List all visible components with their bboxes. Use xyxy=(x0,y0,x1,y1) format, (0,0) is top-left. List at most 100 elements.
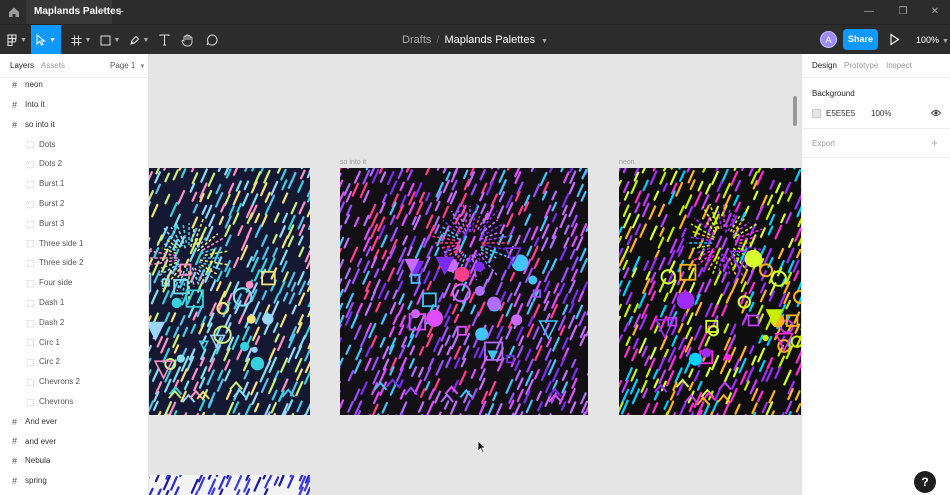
layer-row[interactable]: # so into it xyxy=(0,115,148,135)
background-fill-row[interactable]: E5E5E5 100% xyxy=(812,107,942,121)
layer-row[interactable]: ⬚ Dash 1 xyxy=(0,293,148,313)
chevron-down-icon: ▼ xyxy=(942,38,949,45)
canvas-scrollbar[interactable] xyxy=(793,96,797,126)
circle-mark xyxy=(176,354,185,363)
layer-row[interactable]: ⬚ Three side 2 xyxy=(0,253,148,273)
group-icon: ⬚ xyxy=(26,218,35,229)
layer-label: Burst 2 xyxy=(39,198,65,208)
circle-mark xyxy=(724,353,732,361)
frame-icon: # xyxy=(12,416,18,427)
layer-row[interactable]: ⬚ Circ 2 xyxy=(0,352,148,372)
circle-mark xyxy=(454,266,470,282)
artboard-spring[interactable] xyxy=(149,475,310,495)
group-icon: ⬚ xyxy=(26,317,35,328)
layer-row[interactable]: ⬚ Chevrons 2 xyxy=(0,372,148,392)
layer-row[interactable]: ⬚ Burst 3 xyxy=(0,214,148,234)
layer-row[interactable]: ⬚ Dots xyxy=(0,134,148,154)
circle-mark xyxy=(245,281,254,289)
frame-icon: # xyxy=(12,436,18,447)
group-icon: ⬚ xyxy=(26,396,35,407)
group-icon: ⬚ xyxy=(26,198,35,209)
circle-mark xyxy=(474,261,485,272)
circle-mark xyxy=(246,314,256,324)
add-export-button[interactable]: + xyxy=(931,136,938,150)
layer-row[interactable]: # spring xyxy=(0,471,148,491)
close-tab-icon[interactable]: × xyxy=(100,0,106,24)
circle-mark xyxy=(250,356,265,371)
background-section-title: Background xyxy=(812,89,855,98)
frame-label-neon[interactable]: neon xyxy=(619,159,635,166)
layer-label: And ever xyxy=(25,416,58,426)
group-icon: ⬚ xyxy=(26,337,35,348)
circle-mark xyxy=(475,327,489,341)
help-button[interactable]: ? xyxy=(914,471,936,493)
circle-mark xyxy=(474,285,485,296)
layer-row[interactable]: # and ever xyxy=(0,431,148,451)
maximize-icon[interactable]: ❐ xyxy=(894,4,912,20)
avatar[interactable]: A xyxy=(820,31,837,48)
tab-inspect[interactable]: Inspect xyxy=(886,61,912,70)
new-tab-button[interactable]: + xyxy=(114,3,126,19)
home-icon[interactable] xyxy=(6,4,22,20)
layer-row[interactable]: ⬚ Four side xyxy=(0,273,148,293)
background-hex[interactable]: E5E5E5 xyxy=(826,109,855,118)
circle-mark xyxy=(528,275,538,285)
breadcrumb-folder[interactable]: Drafts xyxy=(402,34,431,46)
group-icon: ⬚ xyxy=(26,179,35,189)
group-icon: ⬚ xyxy=(26,377,35,387)
layer-row[interactable]: # And ever xyxy=(0,412,148,432)
circle-mark xyxy=(171,297,182,309)
artboard-so-into-it[interactable] xyxy=(340,168,588,415)
layer-label: Chevrons 2 xyxy=(39,377,80,387)
frame-icon: # xyxy=(12,119,18,130)
layer-label: neon xyxy=(25,80,43,90)
layer-label: Dash 2 xyxy=(39,317,65,327)
minimize-icon[interactable]: — xyxy=(860,4,878,20)
eye-icon[interactable] xyxy=(931,109,941,117)
share-button[interactable]: Share xyxy=(843,29,878,50)
layer-row[interactable]: ⬚ Burst 1 xyxy=(0,174,148,194)
layer-row[interactable]: ⬚ Burst 2 xyxy=(0,194,148,214)
layer-row[interactable]: # Into it xyxy=(0,95,148,115)
group-icon: ⬚ xyxy=(26,238,35,249)
artboard-into-it[interactable] xyxy=(149,168,310,415)
layer-label: Circ 2 xyxy=(39,357,60,367)
circle-mark xyxy=(487,296,501,311)
tab-assets[interactable]: Assets xyxy=(41,61,65,70)
layer-row[interactable]: # neon xyxy=(0,75,148,95)
layer-label: Four side xyxy=(39,278,73,288)
frame-label-so-into-it[interactable]: so into it xyxy=(340,159,366,166)
layer-label: Three side 1 xyxy=(39,238,84,248)
zoom-dropdown[interactable]: 100% ▼ xyxy=(916,25,949,55)
layer-row[interactable]: ⬚ Three side 1 xyxy=(0,233,148,253)
tab-layers[interactable]: Layers xyxy=(10,61,34,70)
group-icon: ⬚ xyxy=(26,258,35,269)
divider xyxy=(802,157,950,158)
properties-tabs: Design Prototype Inspect xyxy=(802,54,950,78)
layer-label: spring xyxy=(25,476,47,486)
tab-design[interactable]: Design xyxy=(812,61,837,70)
chevron-down-icon[interactable]: ▼ xyxy=(541,38,548,45)
artboard-neon[interactable] xyxy=(619,168,801,415)
layer-row[interactable]: # Nebula xyxy=(0,451,148,471)
background-opacity[interactable]: 100% xyxy=(871,109,891,118)
export-section-title: Export xyxy=(812,139,836,148)
breadcrumb-separator: / xyxy=(436,34,440,46)
layer-row[interactable]: ⬚ Dash 2 xyxy=(0,313,148,333)
page-selector[interactable]: Page 1 ▾ xyxy=(110,61,144,70)
layer-row[interactable]: ⬚ Circ 1 xyxy=(0,332,148,352)
play-icon[interactable] xyxy=(889,33,900,46)
breadcrumb-file-name[interactable]: Maplands Palettes xyxy=(444,34,535,46)
window-close-icon[interactable]: ✕ xyxy=(926,4,944,20)
layer-label: Circ 1 xyxy=(39,337,60,347)
circle-mark xyxy=(744,249,763,268)
frame-icon: # xyxy=(12,80,18,90)
layer-row[interactable]: ⬚ Chevrons xyxy=(0,392,148,412)
background-color-swatch[interactable] xyxy=(812,109,821,118)
file-tab[interactable]: Maplands Palettes × xyxy=(26,0,121,24)
canvas[interactable]: so into it neon xyxy=(149,54,801,495)
layers-panel: Layers Assets Page 1 ▾ # neon # Into it # so … xyxy=(0,54,149,495)
tab-prototype[interactable]: Prototype xyxy=(844,61,878,70)
layer-row[interactable]: ⬚ Dots 2 xyxy=(0,154,148,174)
circle-mark xyxy=(701,348,711,358)
